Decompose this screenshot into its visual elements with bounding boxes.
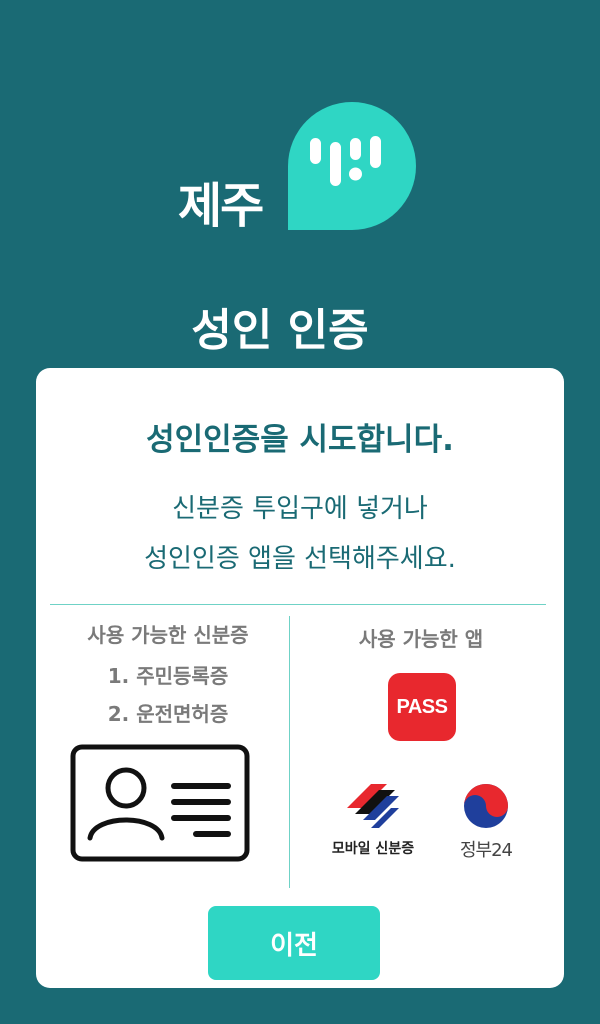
gov24-label: 정부24: [459, 840, 513, 861]
horizontal-divider: [50, 604, 546, 605]
gov24-app[interactable]: 정부24: [450, 780, 522, 862]
page-title: 성인 인증: [191, 305, 369, 356]
pass-app-label: PASS: [396, 695, 448, 718]
gov24-icon: [464, 784, 508, 828]
mobile-id-app[interactable]: 모바일 신분증: [323, 780, 423, 858]
id-card-icon: [70, 744, 250, 862]
id-type-item: 2. 운전면허증: [107, 702, 229, 726]
card-subtitle-line2: 성인인증 앱을 선택해주세요.: [144, 544, 456, 574]
logo-text: 제주: [178, 178, 264, 234]
available-app-title: 사용 가능한 앱: [358, 627, 484, 651]
id-type-item: 1. 주민등록증: [107, 664, 229, 688]
card-headline: 성인인증을 시도합니다.: [146, 422, 454, 458]
available-id-title: 사용 가능한 신분증: [87, 623, 249, 647]
prev-button[interactable]: 이전: [208, 906, 380, 980]
mobile-id-label: 모바일 신분증: [331, 841, 415, 857]
speech-bubble-logo-icon: [288, 102, 416, 230]
auth-card: 성인인증을 시도합니다. 신분증 투입구에 넣거나 성인인증 앱을 선택해주세요…: [36, 368, 564, 988]
card-subtitle-line1: 신분증 투입구에 넣거나: [172, 494, 428, 524]
mobile-id-icon: [347, 784, 399, 828]
pass-app-icon[interactable]: PASS: [388, 673, 456, 741]
vertical-divider: [289, 616, 290, 888]
jeju-logo: 제주: [178, 100, 423, 240]
